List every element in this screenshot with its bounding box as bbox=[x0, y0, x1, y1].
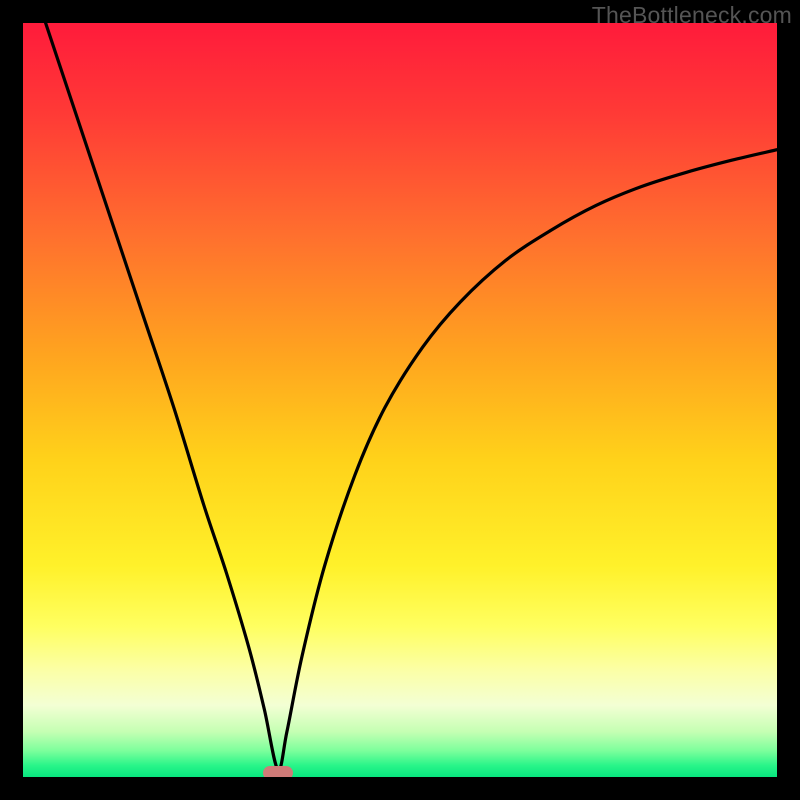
optimal-point-marker bbox=[263, 766, 293, 777]
bottleneck-curve bbox=[23, 23, 777, 777]
chart-frame bbox=[23, 23, 777, 777]
plot-area bbox=[23, 23, 777, 777]
